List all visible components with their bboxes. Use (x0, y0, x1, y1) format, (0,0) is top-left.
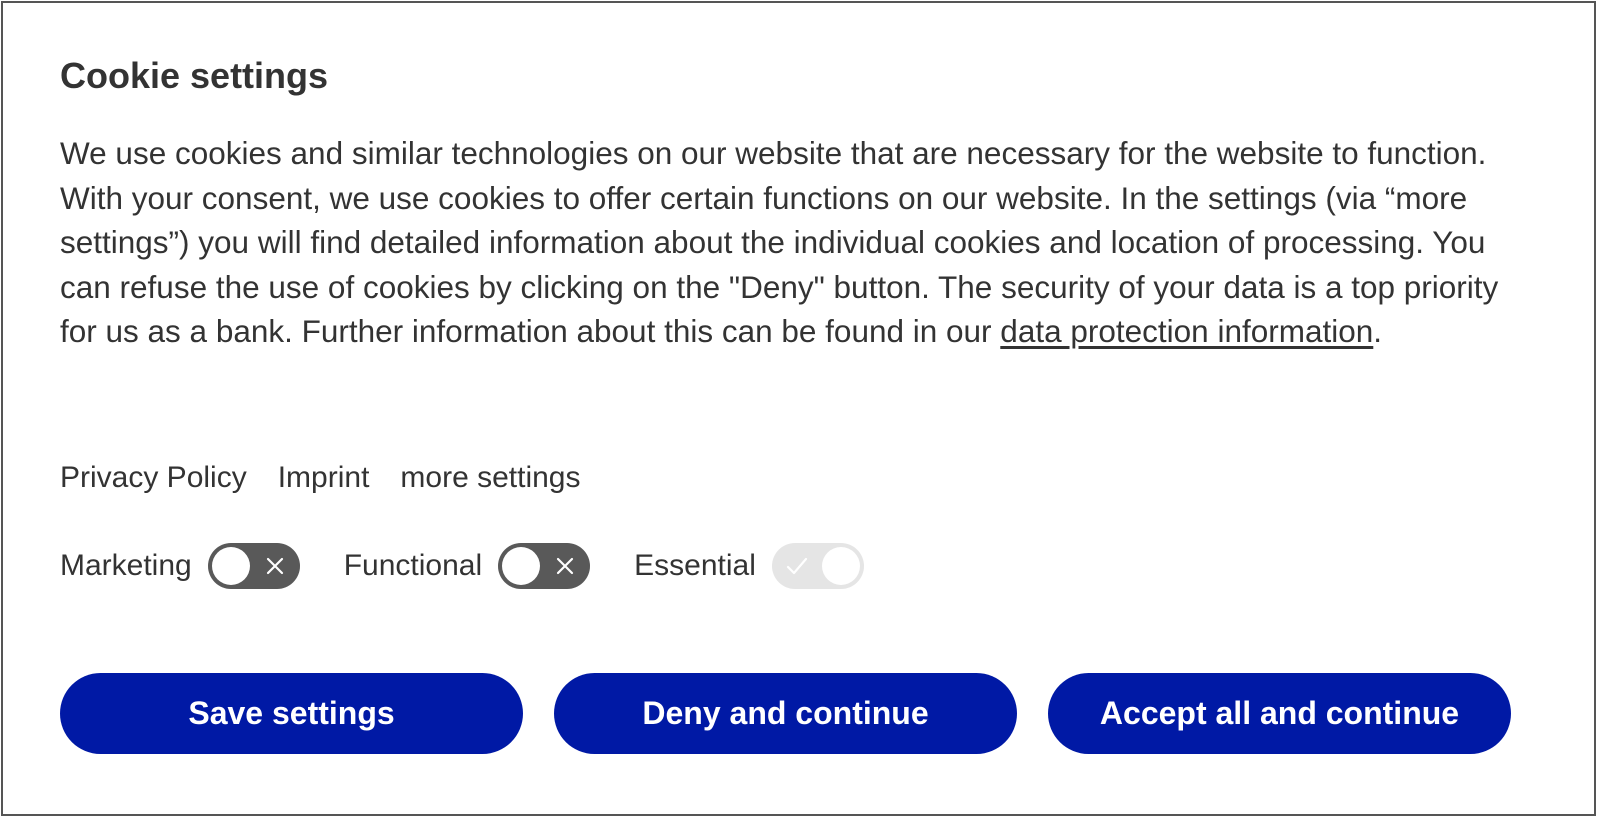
toggle-label-functional: Functional (343, 549, 483, 582)
imprint-link[interactable]: Imprint (278, 461, 370, 495)
data-protection-link[interactable]: data protection information (1000, 313, 1373, 349)
check-icon (774, 543, 820, 589)
consent-toggles: Marketing Functional Essential (60, 543, 908, 589)
footer-links: Privacy Policy Imprint more settings (60, 461, 580, 495)
essential-switch (771, 543, 864, 589)
dialog-title: Cookie settings (60, 55, 329, 96)
description-end: . (1373, 313, 1383, 349)
marketing-switch[interactable] (207, 543, 300, 589)
toggle-functional: Functional (343, 543, 591, 589)
switch-knob (211, 547, 250, 585)
accept-all-button[interactable]: Accept all and continue (1048, 673, 1511, 754)
dialog-description: We use cookies and similar technologies … (60, 131, 1540, 354)
toggle-label-marketing: Marketing (60, 549, 192, 582)
action-buttons: Save settings Deny and continue Accept a… (60, 673, 1511, 754)
switch-knob (502, 547, 541, 585)
toggle-marketing: Marketing (60, 543, 300, 589)
toggle-essential: Essential (634, 543, 864, 589)
more-settings-link[interactable]: more settings (400, 461, 580, 495)
toggle-label-essential: Essential (634, 549, 756, 582)
privacy-policy-link[interactable]: Privacy Policy (60, 461, 247, 495)
x-icon (542, 543, 588, 589)
x-icon (252, 543, 298, 589)
cookie-dialog: Cookie settings We use cookies and simil… (1, 1, 1596, 816)
switch-knob (821, 547, 860, 585)
deny-button[interactable]: Deny and continue (554, 673, 1017, 754)
save-settings-button[interactable]: Save settings (60, 673, 523, 754)
functional-switch[interactable] (498, 543, 591, 589)
